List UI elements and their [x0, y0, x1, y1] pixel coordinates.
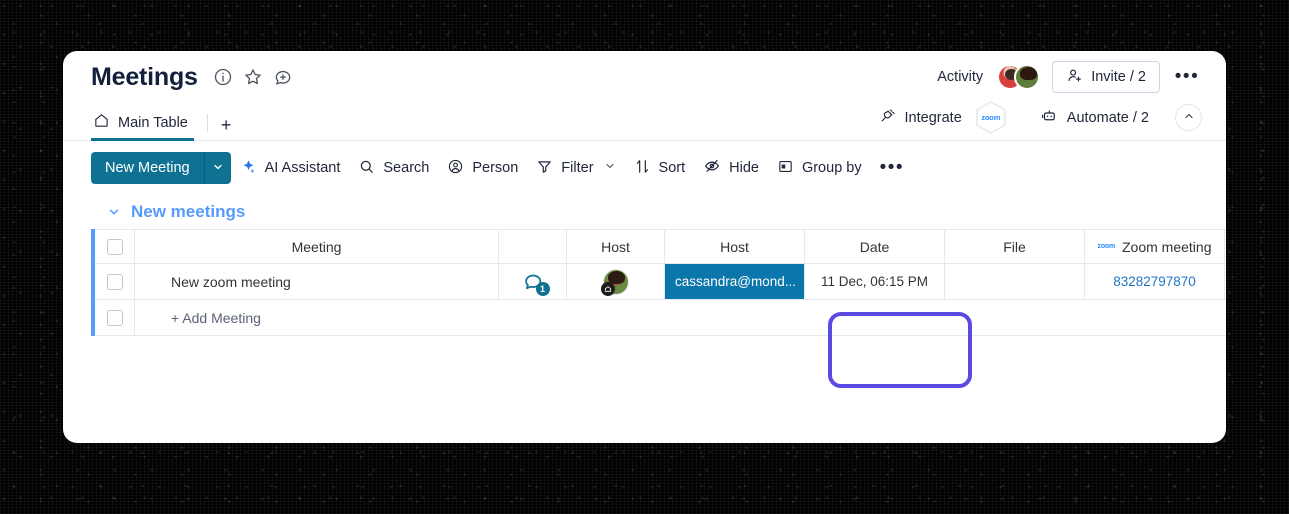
- filter-label: Filter: [561, 160, 594, 176]
- invite-button-label: Invite / 2: [1091, 69, 1146, 85]
- table-row[interactable]: New zoom meeting 1 cassandra@mond... 11 …: [95, 264, 1226, 300]
- group-by-icon: [777, 158, 794, 179]
- header-actions: Activity Invite / 2 •••: [937, 61, 1202, 93]
- ai-sparkle-icon: [240, 158, 257, 179]
- avatar[interactable]: [600, 268, 629, 296]
- host-email-value: cassandra@mond...: [665, 264, 804, 299]
- toolbar-overflow-button[interactable]: •••: [871, 156, 913, 180]
- avatar[interactable]: [1014, 64, 1041, 90]
- collapse-header-button[interactable]: [1175, 104, 1202, 131]
- column-header-date[interactable]: Date: [805, 230, 945, 263]
- group-title[interactable]: New meetings: [131, 202, 245, 222]
- zoom-logo-icon: zoom: [977, 103, 1004, 132]
- cell-date[interactable]: 11 Dec, 06:15 PM: [805, 264, 945, 299]
- automate-button[interactable]: Automate / 2: [1030, 103, 1159, 133]
- add-meeting-row[interactable]: + Add Meeting: [95, 300, 1226, 336]
- new-meeting-dropdown-button[interactable]: [203, 152, 231, 184]
- person-label: Person: [472, 160, 519, 176]
- cell-meeting-name[interactable]: New zoom meeting: [135, 264, 499, 299]
- tab-main-table[interactable]: Main Table: [91, 107, 194, 141]
- table-header-row: Meeting Host Host Date File zoom Zoom me…: [95, 229, 1226, 264]
- board-more-menu-button[interactable]: •••: [1172, 62, 1202, 92]
- person-button[interactable]: Person: [438, 152, 527, 185]
- sort-label: Sort: [658, 160, 686, 176]
- info-icon[interactable]: [213, 67, 233, 87]
- search-icon: [358, 158, 375, 179]
- chevron-down-icon: [212, 161, 224, 176]
- board-window: Meetings Activity Invite / 2 ••• Main Ta…: [63, 51, 1226, 443]
- cell-file[interactable]: [945, 264, 1085, 299]
- monday-badge-icon: [600, 281, 615, 296]
- add-comment-icon[interactable]: [273, 67, 293, 87]
- tab-label: Main Table: [118, 114, 188, 131]
- column-header-meeting[interactable]: Meeting: [135, 230, 499, 263]
- filter-icon: [536, 158, 553, 179]
- row-end-cell: [1225, 264, 1226, 299]
- search-label: Search: [383, 160, 430, 176]
- add-person-icon: [1066, 67, 1083, 88]
- ai-assistant-label: AI Assistant: [264, 160, 341, 176]
- cell-updates[interactable]: 1: [499, 264, 567, 299]
- add-tab-button[interactable]: +: [221, 116, 232, 140]
- add-meeting-label: + Add Meeting: [171, 309, 261, 326]
- star-icon[interactable]: [243, 67, 263, 87]
- column-header-host-email[interactable]: Host: [665, 230, 805, 263]
- chevron-up-icon: [1183, 109, 1195, 127]
- add-row-checkbox[interactable]: [106, 309, 123, 326]
- page-title: Meetings: [91, 62, 198, 91]
- column-header-file[interactable]: File: [945, 230, 1085, 263]
- new-meeting-button-group[interactable]: New Meeting: [91, 152, 231, 184]
- select-all-checkbox[interactable]: [106, 238, 123, 255]
- group-header: New meetings: [91, 195, 1202, 229]
- sort-button[interactable]: Sort: [625, 152, 695, 185]
- add-column-button[interactable]: +: [1225, 230, 1226, 263]
- board-header: Meetings Activity Invite / 2 •••: [63, 51, 1226, 103]
- eye-off-icon: [703, 157, 721, 179]
- board-table: Meeting Host Host Date File zoom Zoom me…: [91, 229, 1226, 336]
- add-row-select-cell[interactable]: [95, 300, 135, 335]
- add-meeting-cell[interactable]: + Add Meeting: [135, 300, 1226, 335]
- cell-host-email[interactable]: cassandra@mond...: [665, 264, 805, 299]
- zoom-logo-icon: zoom: [1097, 243, 1116, 250]
- invite-button[interactable]: Invite / 2: [1052, 61, 1160, 93]
- activity-label: Activity: [937, 69, 984, 85]
- row-select-cell[interactable]: [95, 264, 135, 299]
- integrate-button[interactable]: Integrate: [869, 103, 972, 132]
- new-meeting-button[interactable]: New Meeting: [91, 152, 204, 184]
- cell-zoom-meeting-id[interactable]: 83282797870: [1085, 264, 1225, 299]
- hide-label: Hide: [729, 160, 759, 176]
- group-section: New meetings: [63, 195, 1226, 229]
- hide-button[interactable]: Hide: [694, 151, 768, 185]
- ai-assistant-button[interactable]: AI Assistant: [231, 152, 350, 185]
- tabs-bar: Main Table + Integrate zoom Automate / 2: [63, 101, 1226, 141]
- chat-bubble-icon[interactable]: 1: [521, 271, 550, 296]
- integrate-label: Integrate: [904, 109, 962, 126]
- title-icon-group: [213, 67, 293, 87]
- group-by-label: Group by: [801, 160, 862, 176]
- updates-count-badge: 1: [535, 281, 550, 296]
- column-header-chat: [499, 230, 567, 263]
- plug-icon: [879, 107, 896, 128]
- column-header-zoom-meeting[interactable]: zoom Zoom meeting: [1085, 230, 1225, 263]
- tab-separator: [206, 114, 208, 132]
- chevron-down-icon[interactable]: [107, 205, 121, 219]
- robot-icon: [1040, 107, 1058, 129]
- zoom-integration-badge[interactable]: zoom: [975, 101, 1006, 134]
- column-header-host-people[interactable]: Host: [567, 230, 665, 263]
- sort-icon: [634, 158, 651, 179]
- table-area: Meeting Host Host Date File zoom Zoom me…: [63, 229, 1226, 336]
- home-icon: [93, 112, 110, 133]
- avatar-stack[interactable]: [997, 64, 1041, 90]
- board-toolbar: New Meeting AI Assistant Search Person F…: [63, 141, 1226, 195]
- filter-button[interactable]: Filter: [527, 152, 624, 185]
- cell-host-person[interactable]: [567, 264, 665, 299]
- search-button[interactable]: Search: [349, 152, 438, 185]
- row-checkbox[interactable]: [106, 273, 123, 290]
- automate-label: Automate / 2: [1066, 109, 1149, 126]
- tabs-right-actions: Integrate zoom Automate / 2: [869, 101, 1202, 140]
- chevron-down-icon[interactable]: [604, 160, 616, 176]
- person-icon: [447, 158, 464, 179]
- group-by-button[interactable]: Group by: [768, 152, 871, 185]
- select-all-cell[interactable]: [95, 230, 135, 263]
